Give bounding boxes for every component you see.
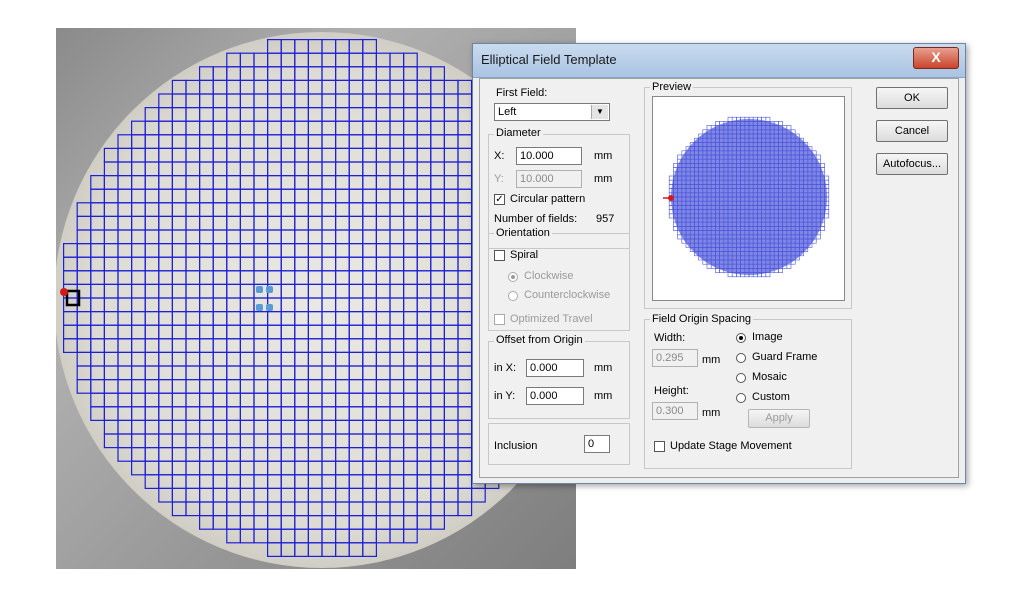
counterclockwise-radio[interactable] (508, 291, 518, 301)
offset-x-unit: mm (594, 362, 613, 374)
offset-legend: Offset from Origin (494, 334, 585, 346)
preview-svg (663, 116, 830, 278)
dialog-title: Elliptical Field Template (481, 52, 617, 67)
field-cell (778, 268, 783, 273)
spacing-width-input[interactable]: 0.295 (652, 349, 698, 367)
circular-pattern-label[interactable]: Circular pattern (510, 193, 585, 205)
diameter-legend: Diameter (494, 127, 543, 139)
close-icon: X (931, 49, 941, 65)
num-fields-value: 957 (596, 213, 615, 225)
field-origin-spacing-legend: Field Origin Spacing (650, 313, 754, 325)
offset-y-input[interactable]: 0.000 (526, 387, 584, 405)
orientation-legend: Orientation (494, 227, 552, 239)
first-field-select[interactable]: Left ▼ (494, 103, 610, 121)
dialog-body: First Field: Left ▼ Diameter X: 10.000 m… (479, 78, 959, 478)
elliptical-field-template-dialog: Elliptical Field Template X First Field:… (472, 43, 966, 484)
offset-y-unit: mm (594, 390, 613, 402)
field-cell (820, 163, 825, 168)
field-cell (715, 268, 720, 273)
offset-group (488, 341, 630, 419)
field-cell (673, 163, 678, 168)
spacing-custom-label[interactable]: Custom (752, 391, 790, 403)
spacing-width-label: Width: (654, 332, 686, 344)
preview-grid (668, 116, 830, 278)
field-cell (727, 116, 733, 122)
spacing-guard-frame-radio[interactable] (736, 353, 746, 363)
offset-y-label: in Y: (494, 390, 516, 402)
diameter-y-label: Y: (494, 173, 504, 185)
close-button[interactable]: X (913, 47, 959, 69)
spacing-height-input[interactable]: 0.300 (652, 402, 698, 420)
spacing-image-radio[interactable] (736, 333, 746, 343)
spacing-image-label[interactable]: Image (752, 331, 783, 343)
diameter-y-unit: mm (594, 173, 613, 185)
spiral-checkbox[interactable] (494, 250, 505, 261)
cancel-button[interactable]: Cancel (876, 120, 948, 142)
circular-pattern-checkbox[interactable]: ✓ (494, 194, 505, 205)
spacing-custom-radio[interactable] (736, 393, 746, 403)
field-cell (765, 116, 771, 122)
first-field-value: Left (498, 106, 517, 118)
spacing-height-label: Height: (654, 385, 689, 397)
field-cell (824, 175, 830, 181)
spacing-mosaic-label[interactable]: Mosaic (752, 371, 787, 383)
spacing-mosaic-radio[interactable] (736, 373, 746, 383)
autofocus-button[interactable]: Autofocus... (876, 153, 948, 175)
inclusion-label: Inclusion (494, 440, 538, 452)
clockwise-radio[interactable] (508, 272, 518, 282)
update-stage-movement-label[interactable]: Update Stage Movement (670, 440, 792, 452)
inclusion-input[interactable]: 0 (584, 435, 610, 453)
field-cell (824, 213, 830, 219)
field-cell (673, 226, 678, 231)
spacing-guard-frame-label[interactable]: Guard Frame (752, 351, 817, 363)
preview-legend: Preview (650, 81, 694, 93)
ok-button[interactable]: OK (876, 87, 948, 109)
clockwise-label[interactable]: Clockwise (524, 270, 574, 282)
chevron-down-icon[interactable]: ▼ (591, 105, 608, 119)
preview-origin-marker (668, 195, 674, 201)
offset-x-label: in X: (494, 362, 517, 374)
spacing-width-unit: mm (702, 354, 721, 366)
diameter-x-unit: mm (594, 150, 613, 162)
diameter-x-label: X: (494, 150, 505, 162)
diameter-y-input[interactable]: 10.000 (516, 170, 582, 188)
preview-canvas (652, 96, 845, 301)
optimized-travel-checkbox[interactable] (494, 314, 505, 325)
first-field-label: First Field: (496, 87, 548, 99)
field-cell (668, 175, 674, 181)
field-cell (715, 121, 720, 126)
field-cell (765, 272, 771, 278)
field-cell (778, 121, 783, 126)
counterclockwise-label[interactable]: Counterclockwise (524, 289, 610, 301)
update-stage-movement-checkbox[interactable] (654, 441, 665, 452)
offset-x-input[interactable]: 0.000 (526, 359, 584, 377)
diameter-x-input[interactable]: 10.000 (516, 147, 582, 165)
field-cell (727, 272, 733, 278)
num-fields-label: Number of fields: (494, 213, 578, 225)
origin-marker (60, 288, 68, 296)
field-cell (668, 213, 674, 219)
apply-button[interactable]: Apply (748, 409, 810, 428)
spacing-height-unit: mm (702, 407, 721, 419)
spiral-label[interactable]: Spiral (510, 249, 538, 261)
dialog-titlebar[interactable]: Elliptical Field Template X (473, 44, 965, 78)
field-cell (820, 226, 825, 231)
optimized-travel-label[interactable]: Optimized Travel (510, 313, 593, 325)
